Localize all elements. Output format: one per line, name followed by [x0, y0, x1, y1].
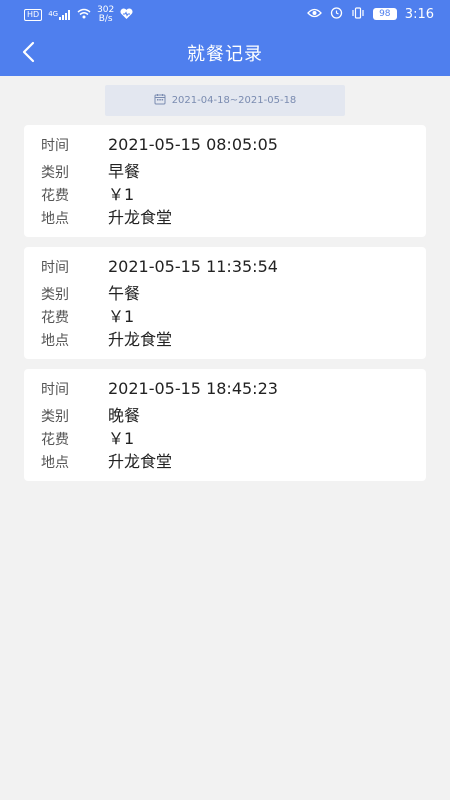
cost-label: 花费 — [41, 188, 69, 204]
network-speed-unit: B/s — [98, 14, 113, 24]
place-label: 地点 — [41, 211, 69, 227]
status-bar: HD 4G 302 B/s 98 3:16 — [0, 0, 450, 28]
hd-badge: HD — [24, 9, 43, 21]
record-time-row: 时间 2021-05-15 18:45:23 — [41, 379, 426, 402]
place-value: 升龙食堂 — [108, 208, 173, 227]
status-time: 3:16 — [404, 6, 434, 22]
date-range-text: 2021-04-18~2021-05-18 — [171, 95, 297, 106]
meal-record-card: 时间 2021-05-15 18:45:23 类别 晚餐 花费 ￥1 地点 升龙… — [24, 369, 426, 481]
record-cost-row: 花费 ￥1 — [41, 303, 426, 326]
record-place-row: 地点 升龙食堂 — [41, 326, 426, 349]
calendar-icon — [154, 93, 166, 108]
type-label: 类别 — [41, 409, 69, 425]
record-type-row: 类别 午餐 — [41, 280, 426, 303]
cost-value: ￥1 — [108, 307, 135, 326]
record-place-row: 地点 升龙食堂 — [41, 204, 426, 227]
network-speed: 302 B/s — [97, 6, 114, 24]
date-range-picker[interactable]: 2021-04-18~2021-05-18 — [105, 85, 345, 116]
signal-type: 4G — [48, 10, 59, 18]
record-time-row: 时间 2021-05-15 08:05:05 — [41, 135, 426, 158]
place-value: 升龙食堂 — [108, 452, 173, 471]
health-icon — [120, 7, 133, 23]
type-value: 早餐 — [108, 162, 141, 181]
cost-label: 花费 — [41, 432, 69, 448]
type-value: 午餐 — [108, 284, 141, 303]
time-label: 时间 — [41, 260, 69, 276]
record-type-row: 类别 晚餐 — [41, 402, 426, 425]
time-label: 时间 — [41, 382, 69, 398]
time-label: 时间 — [41, 138, 69, 154]
place-value: 升龙食堂 — [108, 330, 173, 349]
cost-value: ￥1 — [108, 429, 135, 448]
record-type-row: 类别 早餐 — [41, 158, 426, 181]
status-bar-right: 98 3:16 — [306, 6, 434, 22]
place-label: 地点 — [41, 333, 69, 349]
wifi-icon — [77, 8, 91, 22]
record-place-row: 地点 升龙食堂 — [41, 448, 426, 471]
alarm-icon — [330, 6, 343, 22]
record-cost-row: 花费 ￥1 — [41, 181, 426, 204]
time-value: 2021-05-15 11:35:54 — [108, 257, 278, 276]
app-header: HD 4G 302 B/s 98 3:16 就餐记录 — [0, 0, 450, 76]
type-label: 类别 — [41, 165, 69, 181]
type-label: 类别 — [41, 287, 69, 303]
record-cost-row: 花费 ￥1 — [41, 425, 426, 448]
status-bar-left: HD 4G 302 B/s — [24, 6, 133, 24]
cost-value: ￥1 — [108, 185, 135, 204]
time-value: 2021-05-15 08:05:05 — [108, 135, 278, 154]
battery-indicator: 98 — [372, 8, 397, 20]
meal-record-card: 时间 2021-05-15 11:35:54 类别 午餐 花费 ￥1 地点 升龙… — [24, 247, 426, 359]
type-value: 晚餐 — [108, 406, 141, 425]
cost-label: 花费 — [41, 310, 69, 326]
signal-icon: 4G — [48, 10, 71, 20]
eye-icon — [306, 7, 322, 21]
meal-record-card: 时间 2021-05-15 08:05:05 类别 早餐 花费 ￥1 地点 升龙… — [24, 125, 426, 237]
time-value: 2021-05-15 18:45:23 — [108, 379, 278, 398]
vibrate-icon — [351, 6, 365, 22]
page-title: 就餐记录 — [187, 44, 263, 65]
record-time-row: 时间 2021-05-15 11:35:54 — [41, 257, 426, 280]
place-label: 地点 — [41, 455, 69, 471]
